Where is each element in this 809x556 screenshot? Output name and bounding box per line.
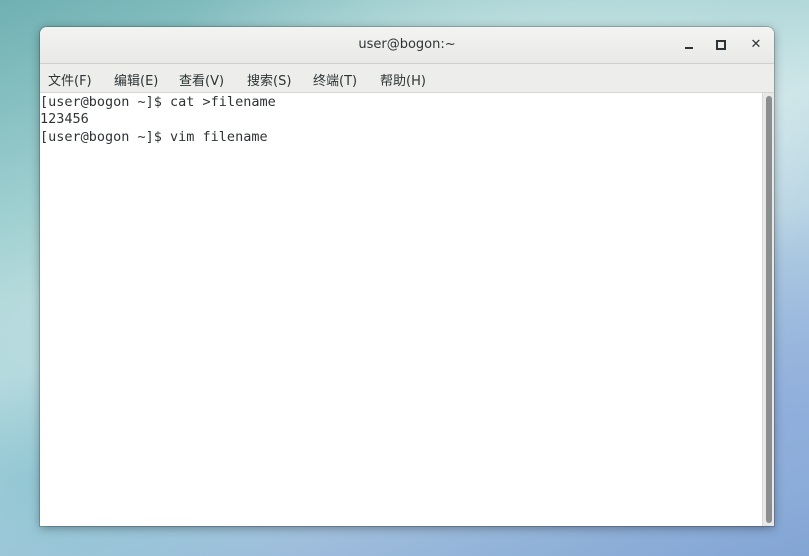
terminal-window: user@bogon:~ ✕ 文件(F) 编辑(E) 查看(V) 搜索(S) 终…	[40, 27, 774, 526]
close-button[interactable]: ✕	[745, 35, 767, 55]
close-icon: ✕	[750, 37, 762, 52]
minimize-button[interactable]	[678, 35, 700, 55]
terminal-line: [user@bogon ~]$ vim filename	[40, 129, 268, 145]
terminal-output[interactable]: [user@bogon ~]$ cat >filename 123456 [us…	[40, 93, 762, 526]
title-bar[interactable]: user@bogon:~ ✕	[40, 27, 774, 64]
menu-help[interactable]: 帮助(H)	[380, 70, 426, 89]
menu-edit[interactable]: 编辑(E)	[114, 70, 158, 89]
menu-view[interactable]: 查看(V)	[179, 70, 224, 89]
vertical-scrollbar[interactable]	[762, 93, 774, 526]
scrollbar-thumb[interactable]	[766, 96, 772, 523]
minimize-icon	[685, 46, 693, 49]
terminal-line: 123456	[40, 111, 89, 127]
window-title: user@bogon:~	[358, 37, 456, 52]
terminal-line: [user@bogon ~]$ cat >filename	[40, 94, 276, 110]
maximize-button[interactable]	[710, 35, 732, 55]
menu-search[interactable]: 搜索(S)	[247, 70, 291, 89]
maximize-icon	[716, 39, 726, 50]
menu-terminal[interactable]: 终端(T)	[313, 70, 357, 89]
menu-bar: 文件(F) 编辑(E) 查看(V) 搜索(S) 终端(T) 帮助(H)	[40, 64, 774, 93]
menu-file[interactable]: 文件(F)	[48, 70, 92, 89]
